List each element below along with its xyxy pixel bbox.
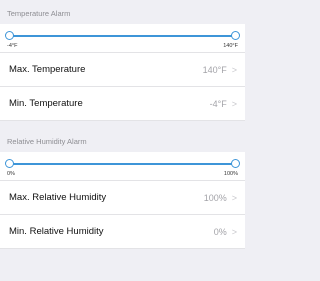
humidity-slider-track[interactable]	[9, 163, 236, 165]
temperature-alarm-section: Temperature Alarm -4°F 140°F Max. Temper…	[0, 0, 245, 121]
chevron-right-icon: >	[231, 226, 237, 237]
temperature-alarm-header: Temperature Alarm	[0, 0, 245, 24]
min-temperature-label: Min. Temperature	[9, 98, 83, 109]
humidity-alarm-header: Relative Humidity Alarm	[0, 128, 245, 152]
section-spacer	[0, 121, 245, 128]
temperature-min-knob[interactable]	[5, 31, 14, 40]
humidity-alarm-section: Relative Humidity Alarm 0% 100% Max. Rel…	[0, 128, 245, 249]
min-humidity-label: Min. Relative Humidity	[9, 226, 104, 237]
chevron-right-icon: >	[231, 98, 237, 109]
max-temperature-value: 140°F	[202, 64, 227, 75]
humidity-slider-min-label: 0%	[7, 171, 15, 177]
max-humidity-label: Max. Relative Humidity	[9, 192, 107, 203]
chevron-right-icon: >	[231, 64, 237, 75]
temperature-range-slider[interactable]: -4°F 140°F	[0, 24, 245, 53]
humidity-max-knob[interactable]	[231, 159, 240, 168]
chevron-right-icon: >	[231, 192, 237, 203]
min-humidity-value: 0%	[213, 226, 227, 237]
min-temperature-value: -4°F	[209, 98, 227, 109]
max-temperature-label: Max. Temperature	[9, 64, 86, 75]
max-temperature-row[interactable]: Max. Temperature 140°F >	[0, 53, 245, 87]
min-humidity-row[interactable]: Min. Relative Humidity 0% >	[0, 215, 245, 249]
humidity-slider-max-label: 100%	[223, 171, 238, 177]
max-humidity-row[interactable]: Max. Relative Humidity 100% >	[0, 181, 245, 215]
temperature-max-knob[interactable]	[231, 31, 240, 40]
humidity-range-slider[interactable]: 0% 100%	[0, 152, 245, 181]
temperature-slider-max-label: 140°F	[223, 43, 238, 49]
min-temperature-row[interactable]: Min. Temperature -4°F >	[0, 87, 245, 121]
temperature-slider-min-label: -4°F	[7, 43, 18, 49]
humidity-min-knob[interactable]	[5, 159, 14, 168]
max-humidity-value: 100%	[203, 192, 227, 203]
temperature-slider-track[interactable]	[9, 35, 236, 37]
